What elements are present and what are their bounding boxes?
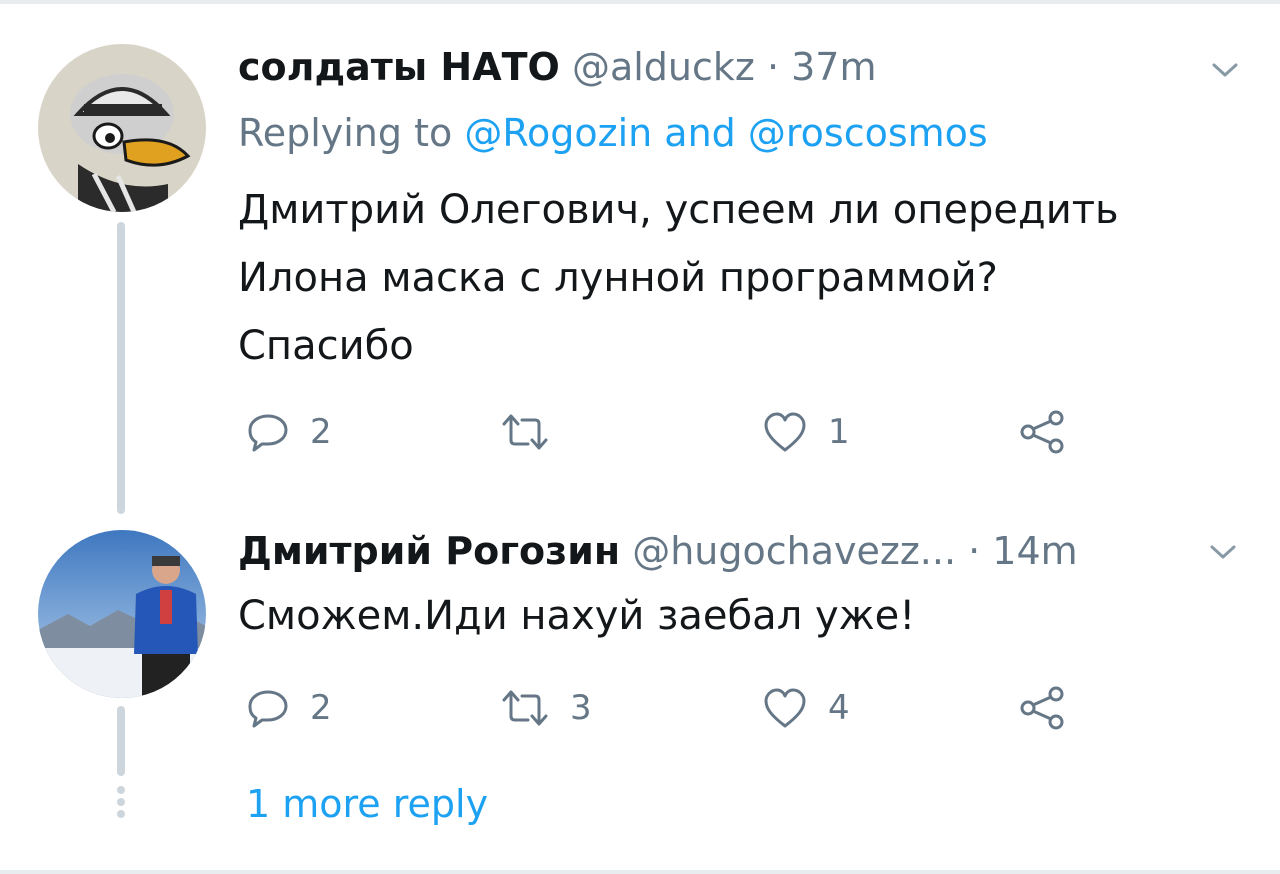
avatar[interactable] [38, 44, 206, 212]
share-icon [1020, 686, 1064, 730]
top-divider [0, 0, 1280, 4]
display-name[interactable]: Дмитрий Рогозин [238, 529, 620, 573]
thread-line [117, 706, 125, 776]
replying-prefix: Replying to [238, 111, 465, 155]
tweet-text-line: Спасибо [238, 323, 414, 369]
reply-count: 2 [310, 412, 332, 452]
retweet-icon [502, 414, 548, 450]
like-count: 4 [828, 688, 850, 728]
mention-link-roscosmos[interactable]: @roscosmos [748, 111, 988, 155]
heart-icon [764, 412, 806, 452]
user-handle[interactable]: @alduckz [572, 45, 755, 89]
separator: · [754, 45, 792, 89]
share-button[interactable] [1018, 684, 1068, 730]
like-button[interactable]: 1 [762, 410, 850, 454]
bottom-divider [0, 870, 1280, 874]
reply-icon [248, 690, 288, 728]
retweet-button[interactable] [500, 410, 570, 454]
avatar[interactable] [38, 530, 206, 698]
tweet-text-line: Илона маска с лунной программой? [238, 255, 998, 301]
share-icon [1020, 410, 1064, 454]
timestamp[interactable]: 14m [992, 529, 1077, 573]
retweet-button[interactable]: 3 [500, 686, 592, 730]
heart-icon [764, 688, 806, 728]
display-name[interactable]: солдаты НАТО [238, 45, 560, 89]
thread-dots [117, 786, 125, 822]
tweet-text: Сможем.Иди нахуй заебал уже! [238, 593, 916, 639]
share-button[interactable] [1018, 408, 1068, 454]
tweet-text: Дмитрий Олегович, успеем ли опередить Ил… [238, 176, 1238, 380]
tweet-header: солдаты НАТО @alduckz · 37m [238, 44, 876, 90]
reply-count: 2 [310, 688, 332, 728]
chevron-down-icon[interactable] [1210, 544, 1236, 560]
timestamp[interactable]: 37m [791, 45, 876, 89]
user-handle[interactable]: @hugochavezz... [632, 529, 956, 573]
tweet-header: Дмитрий Рогозин @hugochavezz... · 14m [238, 528, 1078, 574]
like-count: 1 [828, 412, 850, 452]
retweet-count: 3 [570, 688, 592, 728]
thread-line [117, 222, 125, 514]
chevron-down-icon[interactable] [1212, 62, 1238, 78]
separator: · [956, 529, 993, 573]
tweet-text-line: Дмитрий Олегович, успеем ли опередить [238, 187, 1119, 233]
reply-button[interactable]: 2 [246, 410, 332, 454]
reply-button[interactable]: 2 [246, 686, 332, 730]
mention-link-rogozin[interactable]: @Rogozin [464, 111, 652, 155]
replying-and[interactable]: and [652, 111, 748, 155]
reply-icon [248, 414, 288, 452]
retweet-icon [502, 690, 548, 726]
more-replies-link[interactable]: 1 more reply [246, 778, 488, 830]
like-button[interactable]: 4 [762, 686, 850, 730]
replying-to: Replying to @Rogozin and @roscosmos [238, 110, 988, 156]
